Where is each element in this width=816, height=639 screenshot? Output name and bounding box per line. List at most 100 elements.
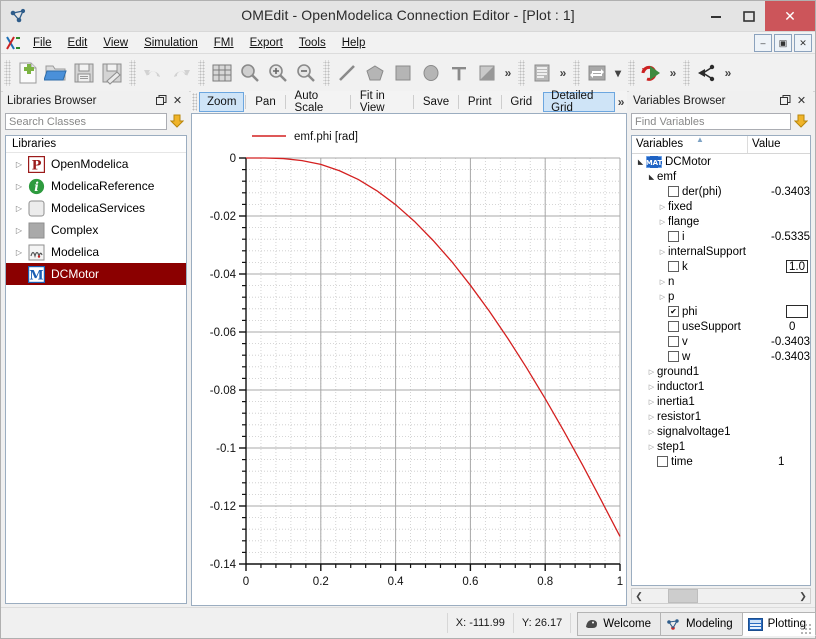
menu-fmi[interactable]: FMI bbox=[206, 35, 242, 51]
library-item-modelica[interactable]: ▷ Modelica bbox=[6, 241, 186, 263]
find-variables-input[interactable]: Find Variables bbox=[631, 113, 791, 130]
libraries-tree[interactable]: Libraries ▷ P OpenModelica ▷ bbox=[5, 135, 187, 604]
variable-row[interactable]: ▷ground1 bbox=[632, 364, 810, 379]
variable-row[interactable]: ▷inertia1 bbox=[632, 394, 810, 409]
close-icon[interactable]: ✕ bbox=[795, 93, 808, 108]
variable-row[interactable]: w-0.3403 bbox=[632, 349, 810, 364]
variable-row[interactable]: ◢MATDCMotor bbox=[632, 154, 810, 169]
undo-icon[interactable] bbox=[139, 58, 167, 87]
zoom-reset-icon[interactable] bbox=[236, 58, 264, 87]
scroll-left-arrow-icon[interactable]: ❮ bbox=[632, 591, 646, 602]
variable-row[interactable]: v-0.3403 bbox=[632, 334, 810, 349]
variable-value-cell[interactable] bbox=[786, 305, 808, 318]
simulation-dropdown-arrow-icon[interactable]: ▾ bbox=[611, 58, 625, 87]
save-icon[interactable] bbox=[70, 58, 98, 87]
plot-grid-button[interactable]: Grid bbox=[502, 92, 540, 112]
mdi-minimize-button[interactable]: – bbox=[754, 34, 772, 52]
mdi-restore-button[interactable]: ▣ bbox=[774, 34, 792, 52]
close-button[interactable]: ✕ bbox=[765, 1, 815, 31]
mdi-close-button[interactable]: ✕ bbox=[794, 34, 812, 52]
variable-row[interactable]: ▷internalSupport bbox=[632, 244, 810, 259]
library-item-modelicaservices[interactable]: ▷ ModelicaServices bbox=[6, 197, 186, 219]
menu-edit[interactable]: Edit bbox=[60, 35, 96, 51]
variable-checkbox[interactable]: ✔ bbox=[668, 306, 679, 317]
variable-checkbox[interactable] bbox=[668, 321, 679, 332]
expander-closed-icon[interactable]: ▷ bbox=[646, 368, 657, 376]
plot-parametric-icon[interactable] bbox=[693, 58, 721, 87]
plot-pan-button[interactable]: Pan bbox=[247, 92, 283, 112]
expander-closed-icon[interactable]: ▷ bbox=[646, 428, 657, 436]
variable-row[interactable]: ▷signalvoltage1 bbox=[632, 424, 810, 439]
variables-tree[interactable]: Variables Value ▲ ◢MATDCMotor◢emfder(phi… bbox=[631, 135, 811, 586]
new-file-icon[interactable] bbox=[14, 58, 42, 87]
toolbar-grip-plot[interactable] bbox=[683, 60, 690, 86]
tab-modeling[interactable]: Modeling bbox=[660, 612, 743, 636]
down-arrow-icon[interactable] bbox=[167, 112, 187, 130]
variable-checkbox[interactable] bbox=[668, 231, 679, 242]
zoom-in-icon[interactable] bbox=[264, 58, 292, 87]
toolbar-grip-run[interactable] bbox=[628, 60, 635, 86]
close-icon[interactable]: ✕ bbox=[171, 93, 184, 108]
scroll-right-arrow-icon[interactable]: ❯ bbox=[796, 591, 810, 602]
library-item-openmodelica[interactable]: ▷ P OpenModelica bbox=[6, 153, 186, 175]
search-classes-input[interactable]: Search Classes bbox=[5, 113, 167, 130]
plot-auto-scale-button[interactable]: Auto Scale bbox=[287, 92, 350, 112]
toolbar-grip-simulate[interactable] bbox=[573, 60, 580, 86]
plot-fit-in-view-button[interactable]: Fit in View bbox=[352, 92, 412, 112]
variable-value-cell[interactable]: 1.0 bbox=[786, 260, 808, 273]
variable-row[interactable]: ▷p bbox=[632, 289, 810, 304]
shapes-overflow-button[interactable]: » bbox=[501, 58, 515, 87]
plot-save-button[interactable]: Save bbox=[415, 92, 457, 112]
down-arrow-icon[interactable] bbox=[791, 112, 811, 130]
variable-checkbox[interactable] bbox=[668, 261, 679, 272]
text-icon[interactable] bbox=[445, 58, 473, 87]
plot-detailed-grid-button[interactable]: Detailed Grid bbox=[543, 92, 615, 112]
expander-closed-icon[interactable]: ▷ bbox=[646, 383, 657, 391]
expander-closed-icon[interactable]: ▷ bbox=[657, 248, 668, 256]
expander-open-icon[interactable]: ◢ bbox=[635, 158, 646, 166]
check-overflow-button[interactable]: » bbox=[556, 58, 570, 87]
library-item-modelicareference[interactable]: ▷ i ModelicaReference bbox=[6, 175, 186, 197]
bitmap-icon[interactable] bbox=[473, 58, 501, 87]
save-as-icon[interactable] bbox=[98, 58, 126, 87]
maximize-button[interactable] bbox=[732, 1, 765, 31]
plot-print-button[interactable]: Print bbox=[460, 92, 500, 112]
zoom-out-icon[interactable] bbox=[292, 58, 320, 87]
menu-simulation[interactable]: Simulation bbox=[136, 35, 206, 51]
variable-checkbox[interactable] bbox=[668, 186, 679, 197]
menu-help[interactable]: Help bbox=[334, 35, 374, 51]
variables-horizontal-scrollbar[interactable]: ❮ ❯ bbox=[631, 588, 811, 604]
expander-icon[interactable]: ▷ bbox=[12, 245, 26, 259]
expander-closed-icon[interactable]: ▷ bbox=[657, 218, 668, 226]
plot-zoom-button[interactable]: Zoom bbox=[199, 92, 244, 112]
variable-row[interactable]: i-0.5335 bbox=[632, 229, 810, 244]
variable-row[interactable]: ◢emf bbox=[632, 169, 810, 184]
variable-row[interactable]: ▷n bbox=[632, 274, 810, 289]
minimize-button[interactable] bbox=[699, 1, 732, 31]
menu-file[interactable]: File bbox=[25, 35, 60, 51]
menu-view[interactable]: View bbox=[95, 35, 136, 51]
menu-tools[interactable]: Tools bbox=[291, 35, 334, 51]
re-simulate-icon[interactable] bbox=[638, 58, 666, 87]
plot-overflow-button[interactable]: » bbox=[721, 58, 735, 87]
library-item-complex[interactable]: ▷ Complex bbox=[6, 219, 186, 241]
toolbar-grip-view[interactable] bbox=[198, 60, 205, 86]
variable-row[interactable]: ▷resistor1 bbox=[632, 409, 810, 424]
simulation-setup-icon[interactable] bbox=[583, 58, 611, 87]
variable-row[interactable]: ▷flange bbox=[632, 214, 810, 229]
plot-canvas[interactable]: 0-0.02-0.04-0.06-0.08-0.1-0.12-0.1400.20… bbox=[191, 113, 627, 606]
variable-row[interactable]: ▷step1 bbox=[632, 439, 810, 454]
expander-icon[interactable]: ▷ bbox=[12, 157, 26, 171]
toolbar-grip-shapes[interactable] bbox=[323, 60, 330, 86]
rectangle-icon[interactable] bbox=[389, 58, 417, 87]
variable-row[interactable]: ▷inductor1 bbox=[632, 379, 810, 394]
column-header-value[interactable]: Value bbox=[748, 136, 810, 153]
toolbar-grip[interactable] bbox=[4, 60, 11, 86]
variable-checkbox[interactable] bbox=[668, 336, 679, 347]
expander-icon[interactable]: ▷ bbox=[12, 201, 26, 215]
column-header-variables[interactable]: Variables bbox=[632, 136, 748, 153]
tab-welcome[interactable]: Welcome bbox=[577, 612, 661, 636]
expander-icon[interactable]: ▷ bbox=[12, 223, 26, 237]
polygon-icon[interactable] bbox=[361, 58, 389, 87]
expander-icon[interactable]: ▷ bbox=[12, 179, 26, 193]
